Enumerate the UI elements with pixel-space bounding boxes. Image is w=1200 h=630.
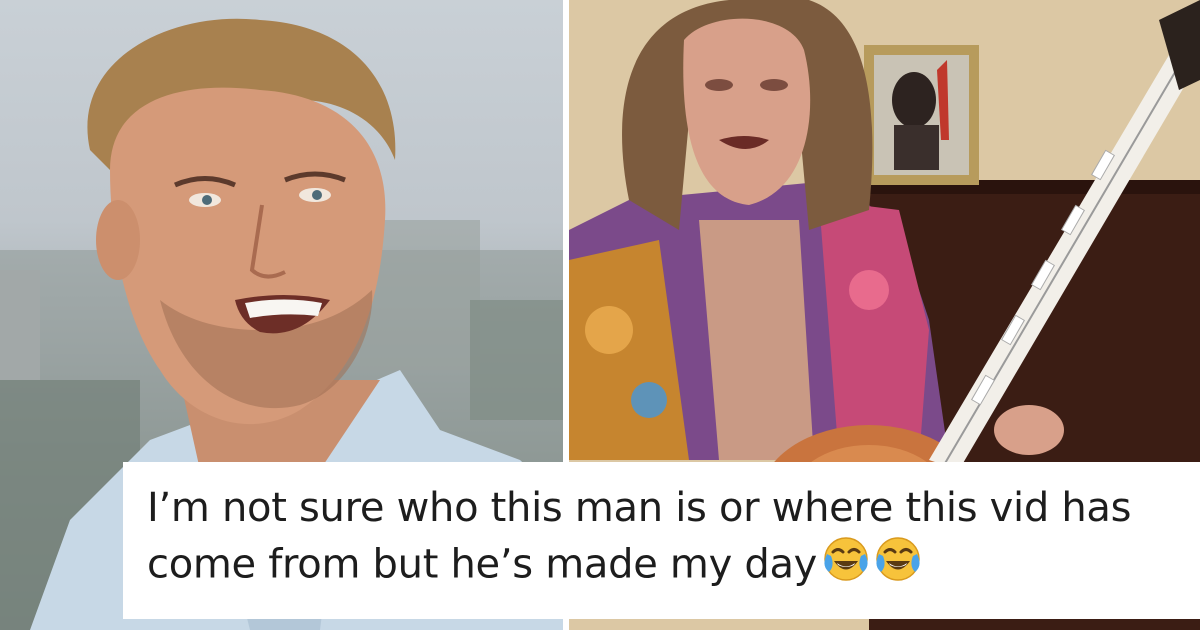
face-with-tears-of-joy-icon xyxy=(823,536,869,597)
caption-message: I’m not sure who this man is or where th… xyxy=(147,485,1132,588)
face-with-tears-of-joy-icon xyxy=(875,536,921,597)
caption-box: I’m not sure who this man is or where th… xyxy=(123,462,1200,619)
meme-image: I’m not sure who this man is or where th… xyxy=(0,0,1200,630)
caption-text: I’m not sure who this man is or where th… xyxy=(147,480,1178,597)
